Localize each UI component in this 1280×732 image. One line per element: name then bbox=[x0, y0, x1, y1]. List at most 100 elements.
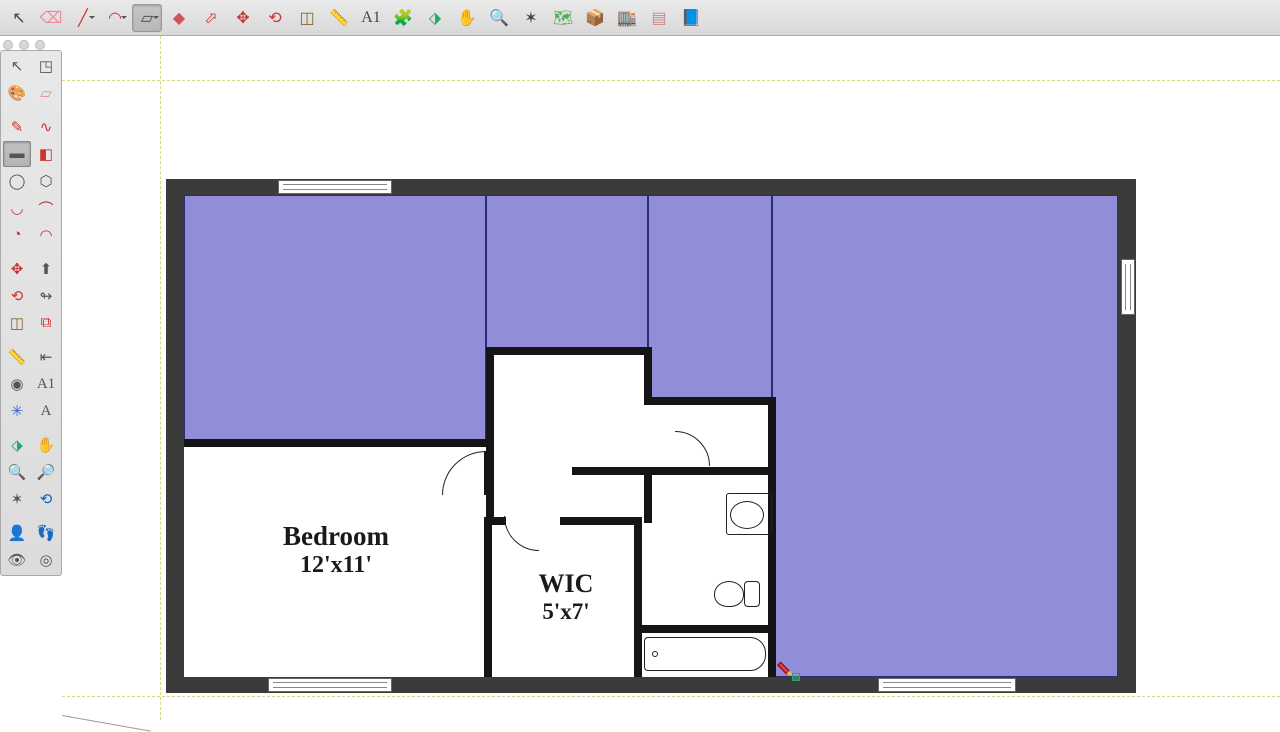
window-right bbox=[1121, 259, 1135, 315]
orbit-button[interactable]: ⬗ bbox=[420, 4, 450, 32]
freehand-button[interactable]: ∿ bbox=[32, 114, 60, 140]
tape-measure-button[interactable]: 📏 bbox=[324, 4, 354, 32]
sink-counter bbox=[726, 493, 772, 535]
component-make-button[interactable]: ◳ bbox=[32, 53, 60, 79]
3d-text-button[interactable]: A bbox=[32, 398, 60, 424]
push-pull-button[interactable]: ⬀ bbox=[196, 4, 226, 32]
circle-button[interactable]: ◯ bbox=[3, 168, 31, 194]
maximize-window-icon[interactable] bbox=[35, 40, 45, 50]
wall bbox=[484, 517, 492, 677]
wall bbox=[184, 439, 486, 447]
wic-name: WIC bbox=[496, 569, 636, 599]
window-top bbox=[278, 180, 392, 194]
move-button[interactable]: ✥ bbox=[3, 256, 31, 282]
face-top-left[interactable] bbox=[184, 195, 486, 441]
pencil-button[interactable]: ✎ bbox=[3, 114, 31, 140]
map-button[interactable]: 🗺 bbox=[548, 4, 578, 32]
previous-button[interactable]: ⟲ bbox=[32, 486, 60, 512]
zoom-button[interactable]: 🔍 bbox=[484, 4, 514, 32]
rotate-button[interactable]: ⟲ bbox=[3, 283, 31, 309]
rotate-button[interactable]: ⟲ bbox=[260, 4, 290, 32]
warehouse-button[interactable]: 🏬 bbox=[612, 4, 642, 32]
room-label-wic: WIC 5'x7' bbox=[496, 569, 636, 625]
drawing-canvas[interactable]: Bedroom 12'x11' WIC 5'x7' bbox=[62, 36, 1280, 720]
pan-button[interactable]: ✋ bbox=[32, 432, 60, 458]
dimension-button[interactable]: ⇤ bbox=[32, 344, 60, 370]
line-tool-button[interactable]: ╱ bbox=[68, 4, 98, 32]
select-arrow-button[interactable]: ↖ bbox=[4, 4, 34, 32]
walk-button[interactable]: 👣 bbox=[32, 520, 60, 546]
close-window-icon[interactable] bbox=[3, 40, 13, 50]
book-button[interactable]: 📘 bbox=[676, 4, 706, 32]
pie-button[interactable]: ◔ bbox=[3, 222, 31, 248]
zoom-in-button[interactable]: 🔍 bbox=[3, 459, 31, 485]
polygon-button[interactable]: ⬡ bbox=[32, 168, 60, 194]
zoom-window-button[interactable]: 🔎 bbox=[32, 459, 60, 485]
follow-me-button[interactable]: ↬ bbox=[32, 283, 60, 309]
wall bbox=[484, 517, 506, 525]
wall bbox=[644, 347, 652, 401]
minimize-window-icon[interactable] bbox=[19, 40, 29, 50]
rectangle-button[interactable]: ▬ bbox=[3, 141, 31, 167]
tape-button[interactable]: 📏 bbox=[3, 344, 31, 370]
wall bbox=[560, 517, 640, 525]
push-pull-button[interactable]: ⬆ bbox=[32, 256, 60, 282]
toilet-icon bbox=[714, 581, 744, 607]
two-pt-arc-button[interactable]: ⌒ bbox=[32, 195, 60, 221]
endpoint-snap-icon bbox=[792, 673, 800, 681]
section-button[interactable]: ◎ bbox=[32, 547, 60, 573]
eraser-button[interactable]: ⌫ bbox=[36, 4, 66, 32]
arc-tool-button[interactable]: ◠ bbox=[100, 4, 130, 32]
arc-button[interactable]: ◡ bbox=[3, 195, 31, 221]
face-top-mid2[interactable] bbox=[648, 195, 772, 401]
rectangle-tool-button[interactable]: ▱ bbox=[132, 4, 162, 32]
floor-plan: Bedroom 12'x11' WIC 5'x7' bbox=[166, 179, 1136, 693]
arc3-button[interactable]: ◠ bbox=[32, 222, 60, 248]
pan-button[interactable]: ✋ bbox=[452, 4, 482, 32]
axes-button[interactable]: ✳ bbox=[3, 398, 31, 424]
wall bbox=[644, 467, 652, 523]
orbit-button[interactable]: ⬗ bbox=[3, 432, 31, 458]
window-controls bbox=[3, 40, 45, 50]
side-toolbar: ↖◳🎨▱✎∿▬◧◯⬡◡⌒◔◠✥⬆⟲↬◫⧉📏⇤◉A1✳A⬗✋🔍🔎✶⟲👤👣👁◎ bbox=[0, 50, 62, 576]
guide-line-horizontal bbox=[62, 696, 1280, 697]
protractor-button[interactable]: ◉ bbox=[3, 371, 31, 397]
eraser-button[interactable]: ▱ bbox=[32, 80, 60, 106]
door-leaf bbox=[484, 451, 487, 495]
face-right[interactable] bbox=[772, 195, 1118, 677]
text-label-button[interactable]: A1 bbox=[32, 371, 60, 397]
text-button[interactable]: A1 bbox=[356, 4, 386, 32]
window-bottom-left bbox=[268, 678, 392, 692]
bathtub-icon bbox=[644, 637, 766, 671]
wall bbox=[768, 397, 776, 677]
component-button[interactable]: 📦 bbox=[580, 4, 610, 32]
zoom-extents-button[interactable]: ✶ bbox=[516, 4, 546, 32]
material-button[interactable]: 🧩 bbox=[388, 4, 418, 32]
select-button[interactable]: ↖ bbox=[3, 53, 31, 79]
rotated-rect-button[interactable]: ◧ bbox=[32, 141, 60, 167]
guide-line-horizontal bbox=[62, 80, 1280, 81]
position-camera-button[interactable]: 👤 bbox=[3, 520, 31, 546]
guide-line-vertical bbox=[160, 36, 161, 720]
wall bbox=[634, 467, 704, 475]
wic-dims: 5'x7' bbox=[496, 599, 636, 625]
wall bbox=[486, 347, 494, 521]
wall bbox=[702, 467, 776, 475]
axis-line bbox=[62, 715, 151, 732]
offset-button[interactable]: ⧉ bbox=[32, 310, 60, 336]
layers-button[interactable]: ▤ bbox=[644, 4, 674, 32]
paint-button[interactable]: 🎨 bbox=[3, 80, 31, 106]
room-label-bedroom: Bedroom 12'x11' bbox=[226, 521, 446, 579]
scale-button[interactable]: ◫ bbox=[292, 4, 322, 32]
top-toolbar: ↖⌫╱◠▱◆⬀✥⟲◫📏A1🧩⬗✋🔍✶🗺📦🏬▤📘 bbox=[0, 0, 1280, 36]
zoom-extents-button[interactable]: ✶ bbox=[3, 486, 31, 512]
wall bbox=[634, 625, 776, 633]
wall bbox=[644, 397, 774, 405]
move-button[interactable]: ✥ bbox=[228, 4, 258, 32]
drain-icon bbox=[652, 651, 658, 657]
look-around-button[interactable]: 👁 bbox=[3, 547, 31, 573]
face-top-mid1[interactable] bbox=[486, 195, 648, 350]
paint-bucket-button[interactable]: ◆ bbox=[164, 4, 194, 32]
wall bbox=[486, 347, 650, 355]
scale-button[interactable]: ◫ bbox=[3, 310, 31, 336]
